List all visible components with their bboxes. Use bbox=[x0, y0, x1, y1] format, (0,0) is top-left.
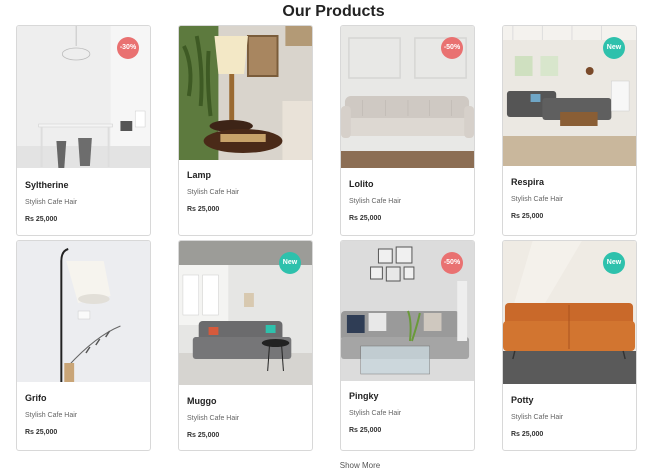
product-name: Potty bbox=[511, 395, 534, 405]
new-badge: New bbox=[603, 37, 625, 59]
product-description: Stylish Cafe Hair bbox=[511, 196, 564, 203]
discount-badge: -30% bbox=[117, 37, 139, 59]
product-price: Rs 25,000 bbox=[349, 427, 382, 434]
discount-badge: -50% bbox=[441, 37, 463, 59]
product-card-respira[interactable]: New Respira Stylish Cafe Hair Rs 25,000 bbox=[502, 25, 637, 236]
product-price: Rs 25,000 bbox=[187, 432, 220, 439]
product-price: Rs 25,000 bbox=[187, 206, 220, 213]
product-name: Respira bbox=[511, 177, 545, 187]
product-description: Stylish Cafe Hair bbox=[511, 414, 564, 421]
product-image bbox=[17, 241, 150, 382]
product-name: Grifo bbox=[25, 393, 47, 403]
new-badge: New bbox=[279, 252, 301, 274]
product-description: Stylish Cafe Hair bbox=[349, 198, 402, 205]
product-image bbox=[179, 26, 312, 160]
discount-badge: -50% bbox=[441, 252, 463, 274]
product-name: Lamp bbox=[187, 170, 212, 180]
product-card-pingky[interactable]: -50% Pingky Stylish Cafe Hair Rs 25,000 bbox=[340, 240, 475, 451]
product-description: Stylish Cafe Hair bbox=[349, 410, 402, 417]
product-card-syltherine[interactable]: -30% Syltherine Stylish Cafe Hair Rs 25,… bbox=[16, 25, 151, 236]
product-card-muggo[interactable]: New Muggo Stylish Cafe Hair Rs 25,000 bbox=[178, 240, 313, 451]
product-card-grifo[interactable]: Grifo Stylish Cafe Hair Rs 25,000 bbox=[16, 240, 151, 451]
product-card-potty[interactable]: New Potty Stylish Cafe Hair Rs 25,000 bbox=[502, 240, 637, 451]
product-description: Stylish Cafe Hair bbox=[25, 199, 78, 206]
product-card-lamp[interactable]: Lamp Stylish Cafe Hair Rs 25,000 bbox=[178, 25, 313, 236]
product-name: Syltherine bbox=[25, 180, 69, 190]
product-name: Muggo bbox=[187, 396, 217, 406]
product-description: Stylish Cafe Hair bbox=[25, 412, 78, 419]
product-price: Rs 25,000 bbox=[25, 429, 58, 436]
product-price: Rs 25,000 bbox=[511, 213, 544, 220]
new-badge: New bbox=[603, 252, 625, 274]
page-title: Our Products bbox=[282, 3, 385, 20]
product-name: Lolito bbox=[349, 179, 374, 189]
product-description: Stylish Cafe Hair bbox=[187, 415, 240, 422]
product-price: Rs 25,000 bbox=[25, 216, 58, 223]
product-price: Rs 25,000 bbox=[349, 215, 382, 222]
product-description: Stylish Cafe Hair bbox=[187, 189, 240, 196]
product-price: Rs 25,000 bbox=[511, 431, 544, 438]
product-name: Pingky bbox=[349, 391, 379, 401]
show-more-link[interactable]: Show More bbox=[330, 461, 390, 470]
product-card-lolito[interactable]: -50% Lolito Stylish Cafe Hair Rs 25,000 bbox=[340, 25, 475, 236]
